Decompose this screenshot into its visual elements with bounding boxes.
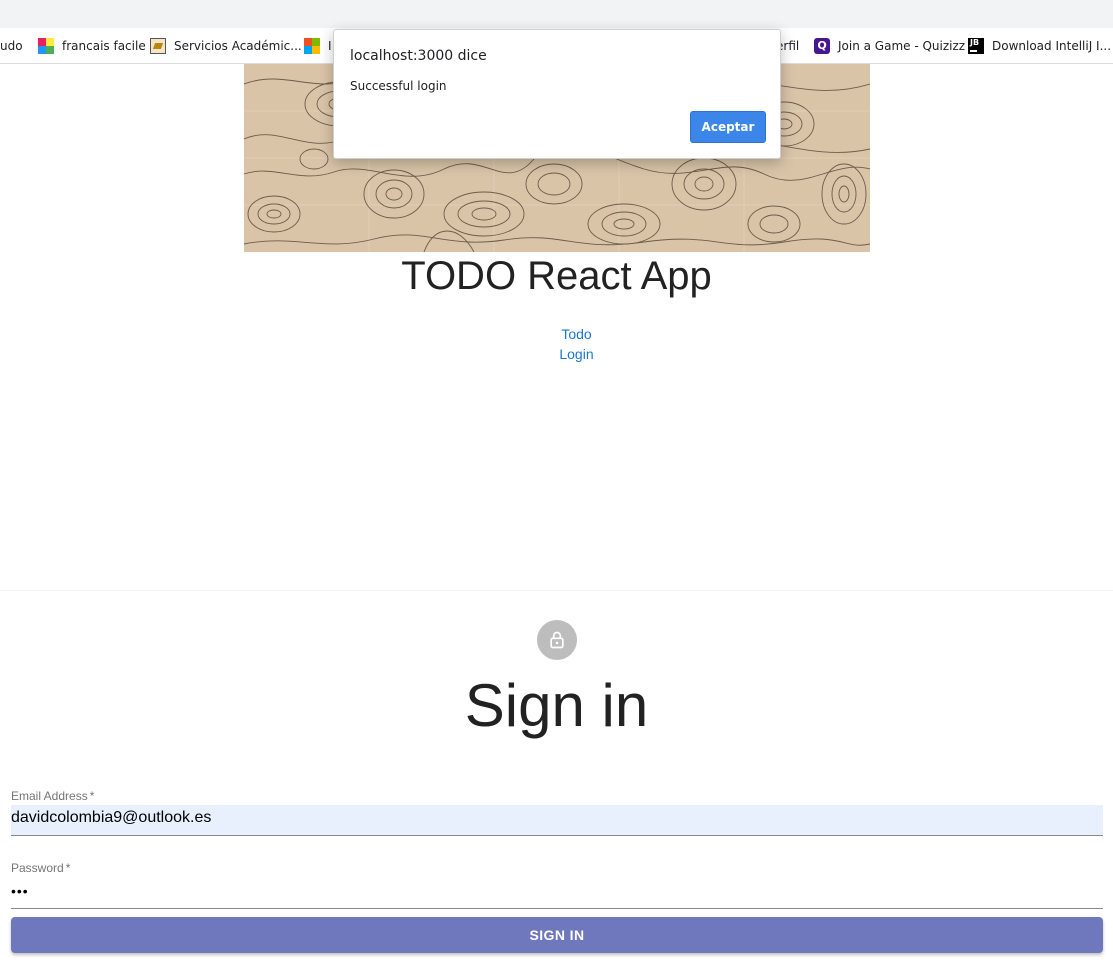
required-marker: *	[89, 789, 95, 803]
servicios-icon	[150, 38, 166, 54]
app-title: TODO React App	[401, 254, 712, 298]
password-label: Password *	[11, 861, 70, 875]
bookmark-item[interactable]: Join a Game - Quizizz	[814, 37, 965, 55]
bookmark-label: Download IntelliJ I...	[992, 39, 1112, 53]
email-label: Email Address *	[11, 789, 94, 803]
sign-in-button[interactable]: SIGN IN	[11, 917, 1103, 953]
password-field[interactable]	[11, 875, 1103, 909]
password-label-text: Password	[11, 861, 64, 875]
password-input[interactable]	[11, 875, 1103, 906]
required-marker: *	[65, 861, 71, 875]
accept-button[interactable]: Aceptar	[690, 111, 766, 143]
jetbrains-icon	[968, 38, 984, 54]
email-field[interactable]	[11, 803, 1103, 836]
quizizz-icon	[814, 38, 830, 54]
bookmark-item[interactable]: Download IntelliJ I...	[968, 37, 1111, 55]
browser-tab-strip	[0, 0, 1113, 28]
colored-grid-icon	[38, 38, 54, 54]
bookmark-item[interactable]: Servicios Académic...	[150, 37, 302, 55]
avatar	[537, 620, 577, 660]
lock-icon	[550, 631, 564, 649]
alert-dialog: localhost:3000 dice Successful login Ace…	[333, 29, 781, 159]
bookmark-label: I	[328, 39, 332, 53]
bookmark-label: francais facile	[62, 39, 146, 53]
bookmark-label: Servicios Académic...	[174, 39, 302, 53]
bookmark-item[interactable]: I	[304, 37, 332, 55]
bookmark-item[interactable]: francais facile	[38, 37, 146, 55]
sign-in-heading: Sign in	[464, 672, 649, 739]
nav-link-login[interactable]: Login	[0, 345, 1113, 363]
microsoft-icon	[304, 38, 320, 54]
bookmark-label: Join a Game - Quizizz	[838, 39, 966, 53]
nav-link-todo[interactable]: Todo	[0, 325, 1113, 343]
email-input[interactable]	[11, 803, 1103, 833]
dialog-title: localhost:3000 dice	[350, 48, 487, 64]
dialog-message: Successful login	[350, 79, 447, 93]
section-divider	[0, 590, 1113, 591]
bookmark-label: udo	[0, 39, 23, 53]
email-label-text: Email Address	[11, 789, 88, 803]
bookmark-item[interactable]: udo	[0, 37, 23, 55]
